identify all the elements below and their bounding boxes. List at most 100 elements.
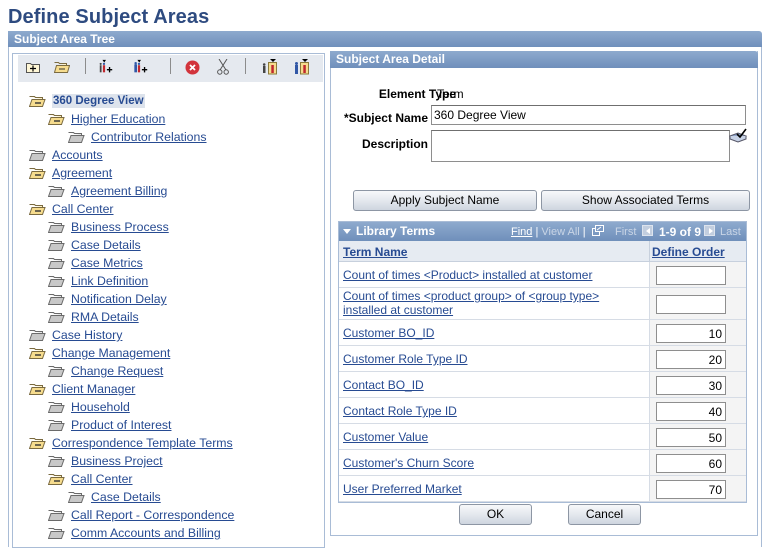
tree-node: Contributor Relations [68, 128, 207, 146]
folder-icon[interactable] [48, 311, 65, 323]
tree-node-link[interactable]: Business Process [71, 220, 169, 234]
folder-open-icon[interactable] [29, 95, 46, 107]
tree-node-link[interactable]: Client Manager [52, 382, 135, 396]
tree-node-link[interactable]: Comm Accounts and Billing [71, 526, 221, 540]
paste-sibling-icon[interactable] [262, 59, 278, 75]
next-page-button[interactable] [704, 225, 715, 236]
folder-icon[interactable] [48, 185, 65, 197]
folder-icon[interactable] [48, 509, 65, 521]
insert-sibling-term-icon[interactable] [98, 59, 114, 74]
term-name-link[interactable]: Customer BO_ID [343, 326, 613, 340]
term-name-link[interactable]: Customer's Churn Score [343, 456, 613, 470]
tree-node-link[interactable]: Higher Education [71, 112, 165, 126]
folder-open-icon[interactable] [48, 473, 65, 485]
define-order-input[interactable] [656, 295, 726, 314]
term-name-link[interactable]: Customer Value [343, 430, 613, 444]
folder-open-icon[interactable] [29, 437, 46, 449]
tree-node-link[interactable]: Call Center [52, 202, 114, 216]
tree-node: Business Process [48, 218, 169, 236]
tree-node-link[interactable]: RMA Details [71, 310, 139, 324]
tree-node-link[interactable]: Change Request [71, 364, 163, 378]
subject-name-input[interactable] [431, 105, 746, 125]
tree-node-link[interactable]: Case Details [71, 238, 141, 252]
tree-node-link[interactable]: Business Project [71, 454, 163, 468]
tree-node-link[interactable]: Notification Delay [71, 292, 167, 306]
folder-open-icon[interactable] [48, 113, 65, 125]
previous-page-button[interactable] [642, 225, 653, 236]
paste-child-icon[interactable] [294, 59, 310, 75]
tree-node-link[interactable]: Contributor Relations [91, 130, 207, 144]
tree-node-link[interactable]: Call Center [71, 472, 133, 486]
collapse-triangle-icon[interactable] [343, 228, 351, 234]
insert-sibling-folder-icon[interactable] [25, 60, 41, 74]
insert-child-term-icon[interactable] [133, 59, 149, 74]
folder-icon[interactable] [48, 401, 65, 413]
show-associated-terms-button[interactable]: Show Associated Terms [541, 190, 750, 211]
tree-node-link[interactable]: Correspondence Template Terms [52, 436, 233, 450]
define-order-input[interactable] [656, 376, 726, 395]
folder-icon[interactable] [29, 149, 46, 161]
define-order-input[interactable] [656, 266, 726, 285]
tree-node-link[interactable]: Case Details [91, 490, 161, 504]
term-name-link[interactable]: Count of times <product group> of <group… [343, 289, 613, 317]
find-link[interactable]: Find [511, 226, 532, 238]
term-name-link[interactable]: Contact BO_ID [343, 378, 613, 392]
insert-child-folder-icon[interactable] [54, 60, 70, 74]
toolbar-separator [170, 58, 171, 74]
define-order-input[interactable] [656, 324, 726, 343]
tree-node-link[interactable]: Case Metrics [71, 256, 143, 270]
tree-node: Change Management [29, 344, 170, 362]
tree-node-link[interactable]: Accounts [52, 148, 103, 162]
delete-icon[interactable] [184, 60, 200, 74]
folder-icon[interactable] [29, 329, 46, 341]
folder-icon[interactable] [48, 293, 65, 305]
tree-node-link[interactable]: Link Definition [71, 274, 148, 288]
term-name-link[interactable]: Customer Role Type ID [343, 352, 613, 366]
tree-node-link[interactable]: Agreement Billing [71, 184, 167, 198]
define-order-input[interactable] [656, 350, 726, 369]
tree-node-link[interactable]: Change Management [52, 346, 170, 360]
cancel-button[interactable]: Cancel [568, 504, 641, 525]
folder-icon[interactable] [68, 131, 85, 143]
tree-node-link[interactable]: 360 Degree View [52, 94, 145, 108]
library-terms-grid: Library Terms Find | View All | First 1-… [338, 221, 747, 503]
folder-open-icon[interactable] [29, 347, 46, 359]
folder-icon[interactable] [48, 419, 65, 431]
library-terms-title[interactable]: Library Terms [343, 224, 435, 238]
folder-open-icon[interactable] [29, 167, 46, 179]
apply-subject-name-button[interactable]: Apply Subject Name [353, 190, 537, 211]
new-window-icon[interactable] [592, 225, 604, 239]
term-name-link[interactable]: Contact Role Type ID [343, 404, 613, 418]
term-name-link[interactable]: User Preferred Market [343, 482, 613, 496]
define-order-input[interactable] [656, 480, 726, 499]
folder-icon[interactable] [48, 365, 65, 377]
folder-open-icon[interactable] [29, 383, 46, 395]
tree-node-link[interactable]: Household [71, 400, 130, 414]
tree-node-link[interactable]: Agreement [52, 166, 112, 180]
toolbar-separator [245, 58, 246, 74]
folder-icon[interactable] [48, 239, 65, 251]
description-textarea[interactable] [431, 130, 730, 162]
define-order-input[interactable] [656, 402, 726, 421]
tree-node-link[interactable]: Case History [52, 328, 122, 342]
folder-icon[interactable] [48, 257, 65, 269]
tree-node: Comm Accounts and Billing [48, 524, 221, 542]
tree-node-link[interactable]: Call Report - Correspondence [71, 508, 234, 522]
sort-define-order-link[interactable]: Define Order [652, 245, 725, 259]
folder-icon[interactable] [48, 221, 65, 233]
sort-term-name-link[interactable]: Term Name [343, 245, 407, 259]
define-order-input[interactable] [656, 454, 726, 473]
tree-node: Agreement [29, 164, 112, 182]
folder-open-icon[interactable] [29, 203, 46, 215]
define-order-input[interactable] [656, 428, 726, 447]
spell-check-icon[interactable] [728, 128, 748, 144]
term-name-link[interactable]: Count of times <Product> installed at cu… [343, 268, 613, 282]
folder-icon[interactable] [48, 455, 65, 467]
folder-icon[interactable] [48, 275, 65, 287]
table-row: Contact Role Type ID [339, 398, 746, 424]
ok-button[interactable]: OK [459, 504, 532, 525]
cut-icon[interactable] [215, 59, 231, 75]
tree-node-link[interactable]: Product of Interest [71, 418, 171, 432]
folder-icon[interactable] [68, 491, 85, 503]
folder-icon[interactable] [48, 527, 65, 539]
